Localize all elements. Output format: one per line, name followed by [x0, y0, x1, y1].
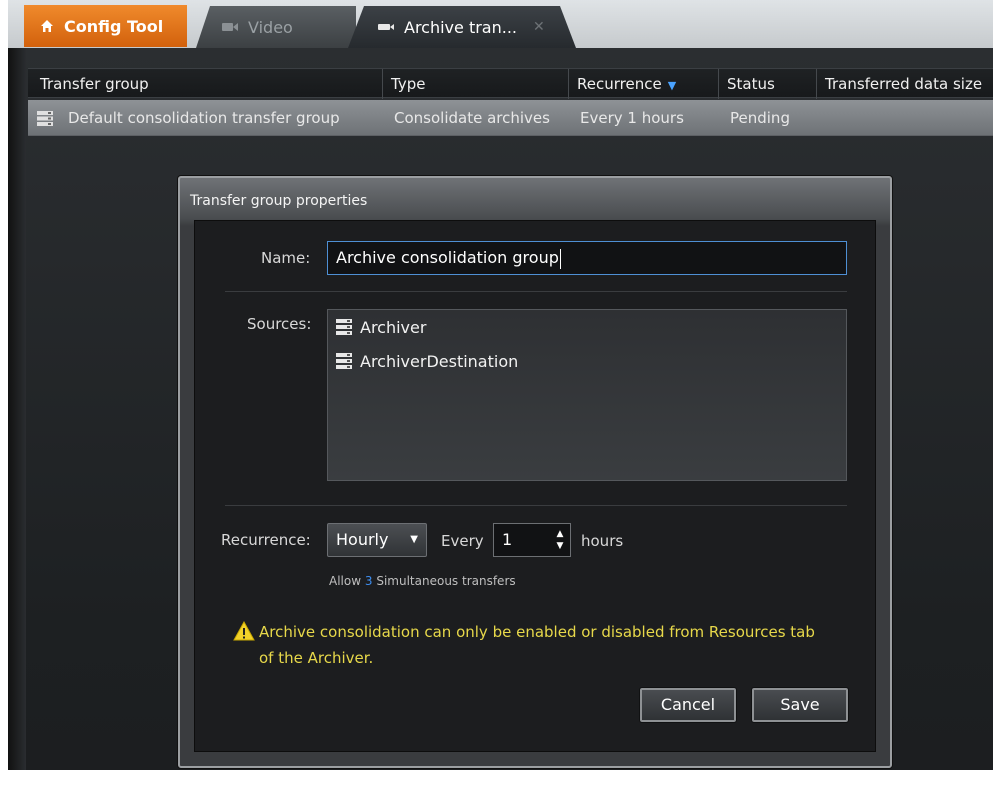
- cell-type: Consolidate archives: [394, 109, 550, 127]
- table-row[interactable]: Default consolidation transfer group Con…: [28, 100, 993, 136]
- server-stack-icon: [37, 111, 53, 126]
- simultaneous-transfers-value[interactable]: 3: [365, 574, 373, 588]
- cell-status: Pending: [730, 109, 790, 127]
- tab-video[interactable]: Video: [196, 6, 356, 48]
- tab-config-tool[interactable]: Config Tool: [24, 5, 187, 47]
- source-label: Archiver: [360, 317, 427, 337]
- tab-label: Video: [248, 17, 293, 37]
- server-stack-icon: [336, 353, 352, 369]
- every-stepper[interactable]: 1 ▲ ▼: [493, 523, 571, 557]
- warning-icon: [233, 621, 255, 641]
- name-label: Name:: [261, 249, 311, 267]
- sort-descending-icon: ▼: [667, 79, 677, 92]
- text-caret: [559, 248, 561, 269]
- column-header-recurrence[interactable]: Recurrence ▼: [568, 69, 718, 99]
- divider: [225, 505, 847, 506]
- tab-label: Config Tool: [64, 16, 164, 36]
- cancel-button[interactable]: Cancel: [639, 687, 737, 723]
- dialog-title: Transfer group properties: [190, 193, 368, 209]
- tab-archive-transfer[interactable]: Archive tran... ✕: [348, 6, 576, 48]
- tab-label: Archive tran...: [404, 17, 518, 37]
- recurrence-label: Recurrence:: [221, 531, 311, 549]
- dialog-body: Name: Archive consolidation group Source…: [194, 220, 876, 752]
- list-item[interactable]: Archiver: [336, 314, 426, 340]
- sources-list[interactable]: Archiver ArchiverDestination: [327, 309, 847, 481]
- sources-label: Sources:: [247, 315, 312, 333]
- column-header-status[interactable]: Status: [718, 69, 816, 99]
- simultaneous-transfers-text: Allow 3 Simultaneous transfers: [329, 574, 516, 588]
- server-stack-icon: [336, 319, 352, 335]
- recurrence-select[interactable]: Hourly ▼: [327, 523, 427, 557]
- home-icon: [41, 20, 53, 32]
- list-item[interactable]: ArchiverDestination: [336, 348, 518, 374]
- video-icon: [222, 23, 238, 31]
- tab-strip: Config Tool Video Archive tran... ✕: [8, 0, 993, 48]
- name-field[interactable]: Archive consolidation group: [327, 241, 847, 275]
- column-header-type[interactable]: Type: [382, 69, 568, 99]
- archive-transfer-icon: [378, 24, 394, 30]
- stepper-arrows-icon[interactable]: ▲ ▼: [554, 528, 566, 552]
- divider: [225, 291, 847, 292]
- source-label: ArchiverDestination: [360, 351, 519, 371]
- close-icon[interactable]: ✕: [533, 19, 545, 35]
- every-label: Every: [441, 532, 484, 550]
- grid-header: Transfer group Type Recurrence ▼ Status T…: [28, 68, 993, 99]
- warning-message: Archive consolidation can only be enable…: [259, 623, 815, 667]
- chevron-down-icon: ▼: [410, 534, 418, 545]
- cell-recurrence: Every 1 hours: [580, 109, 684, 127]
- hours-label: hours: [581, 532, 624, 550]
- transfer-group-properties-dialog: Transfer group properties Name: Archive …: [178, 176, 892, 768]
- save-button[interactable]: Save: [751, 687, 849, 723]
- cell-transfer-group: Default consolidation transfer group: [68, 109, 340, 127]
- column-header-transferred-data-size[interactable]: Transferred data size: [816, 69, 993, 99]
- column-header-transfer-group[interactable]: Transfer group: [28, 69, 382, 99]
